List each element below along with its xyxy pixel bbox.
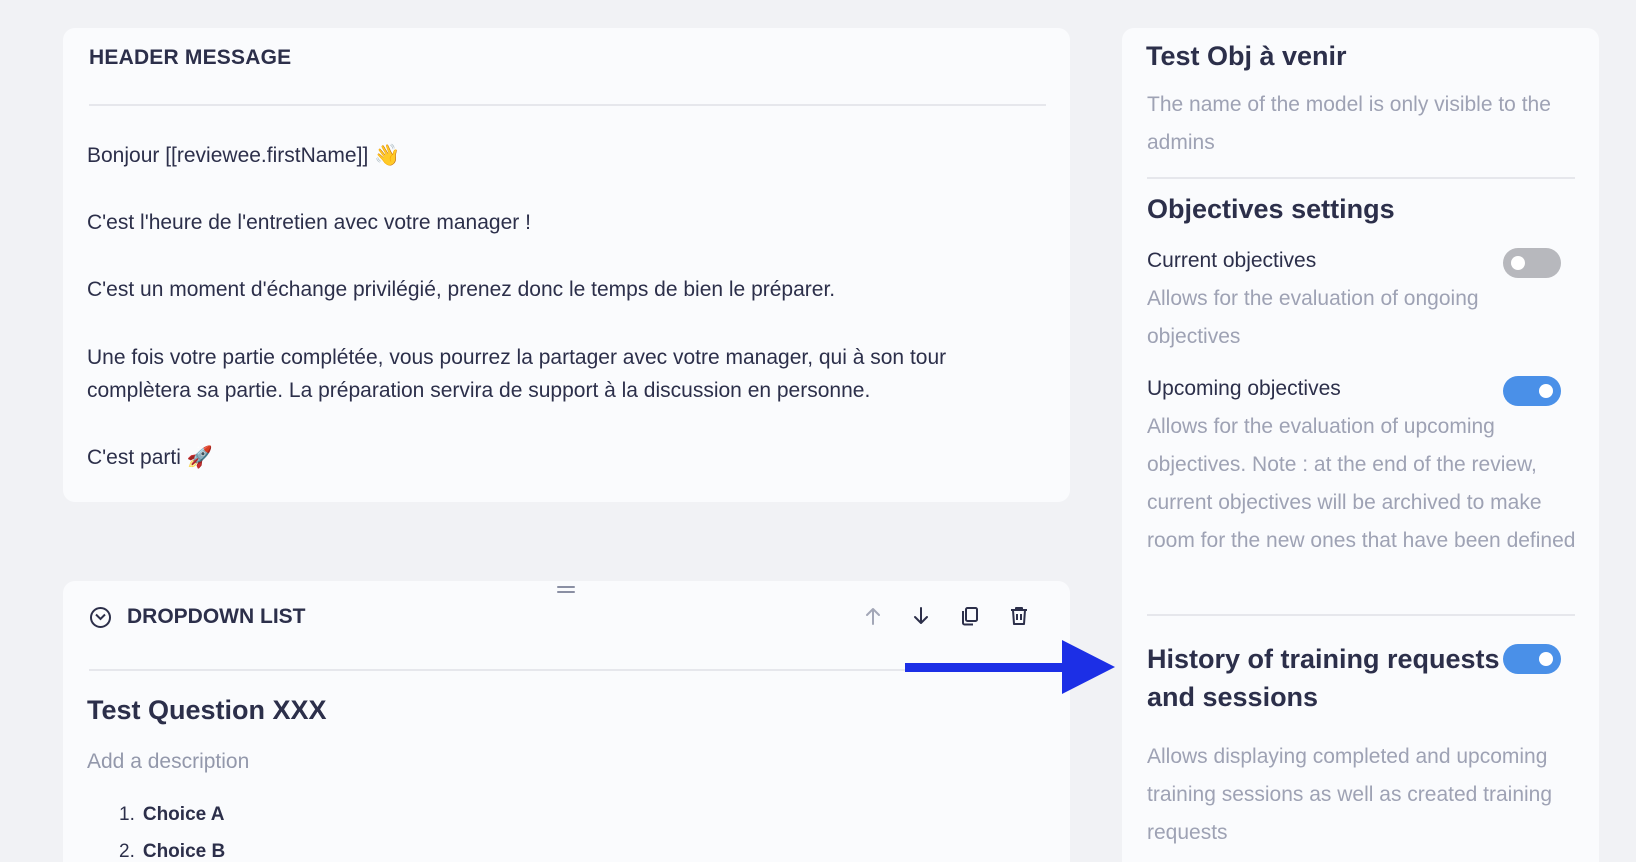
objectives-settings-title: Objectives settings bbox=[1147, 194, 1395, 224]
current-objectives-toggle[interactable] bbox=[1503, 248, 1561, 278]
choice-label[interactable]: Choice A bbox=[143, 804, 225, 825]
choice-item[interactable]: 2. Choice B bbox=[119, 841, 225, 862]
message-greeting[interactable]: Bonjour [[reviewee.firstName]] 👋 bbox=[87, 139, 1007, 172]
message-line-2[interactable]: C'est l'heure de l'entretien avec votre … bbox=[87, 206, 1007, 239]
current-objectives-label: Current objectives bbox=[1147, 249, 1317, 272]
header-message-card: HEADER MESSAGE Bonjour [[reviewee.firstN… bbox=[63, 28, 1070, 502]
annotation-arrow-icon bbox=[905, 640, 1115, 694]
chevron-circle-icon bbox=[90, 607, 111, 628]
choice-item[interactable]: 1. Choice A bbox=[119, 804, 225, 826]
trash-icon[interactable] bbox=[1008, 605, 1030, 627]
toggle-knob bbox=[1511, 256, 1525, 270]
divider bbox=[1147, 177, 1575, 179]
divider bbox=[89, 669, 1046, 671]
message-line-5[interactable]: C'est parti 🚀 bbox=[87, 441, 1007, 474]
header-message-title: HEADER MESSAGE bbox=[89, 46, 292, 69]
upcoming-objectives-description: Allows for the evaluation of upcoming ob… bbox=[1147, 415, 1576, 552]
arrow-down-icon[interactable] bbox=[910, 605, 932, 627]
dropdown-list-card: DROPDOWN LIST Test Question XXX Add a de… bbox=[63, 581, 1070, 862]
drag-handle-icon[interactable] bbox=[557, 586, 575, 596]
model-note: The name of the model is only visible to… bbox=[1147, 93, 1551, 154]
toggle-knob bbox=[1539, 652, 1553, 666]
dropdown-block-title: DROPDOWN LIST bbox=[127, 605, 306, 628]
upcoming-objectives-label: Upcoming objectives bbox=[1147, 377, 1341, 400]
choice-number: 2. bbox=[119, 841, 135, 862]
settings-panel: Test Obj à venir The name of the model i… bbox=[1122, 28, 1599, 862]
training-history-toggle[interactable] bbox=[1503, 644, 1561, 674]
question-title[interactable]: Test Question XXX bbox=[87, 695, 327, 726]
choice-label[interactable]: Choice B bbox=[143, 841, 225, 862]
description-input[interactable]: Add a description bbox=[87, 750, 249, 774]
arrow-up-icon[interactable] bbox=[862, 605, 884, 627]
choice-number: 1. bbox=[119, 804, 135, 825]
divider bbox=[89, 104, 1046, 106]
duplicate-icon[interactable] bbox=[959, 605, 981, 627]
divider bbox=[1147, 614, 1575, 616]
upcoming-objectives-toggle[interactable] bbox=[1503, 376, 1561, 406]
toggle-knob bbox=[1539, 384, 1553, 398]
model-name[interactable]: Test Obj à venir bbox=[1146, 41, 1347, 72]
message-line-4[interactable]: Une fois votre partie complétée, vous po… bbox=[87, 341, 1007, 407]
training-history-description: Allows displaying completed and upcoming… bbox=[1147, 745, 1553, 844]
training-history-title: History of training requests and session… bbox=[1147, 644, 1500, 712]
current-objectives-description: Allows for the evaluation of ongoing obj… bbox=[1147, 287, 1479, 348]
message-line-3[interactable]: C'est un moment d'échange privilégié, pr… bbox=[87, 273, 1007, 306]
